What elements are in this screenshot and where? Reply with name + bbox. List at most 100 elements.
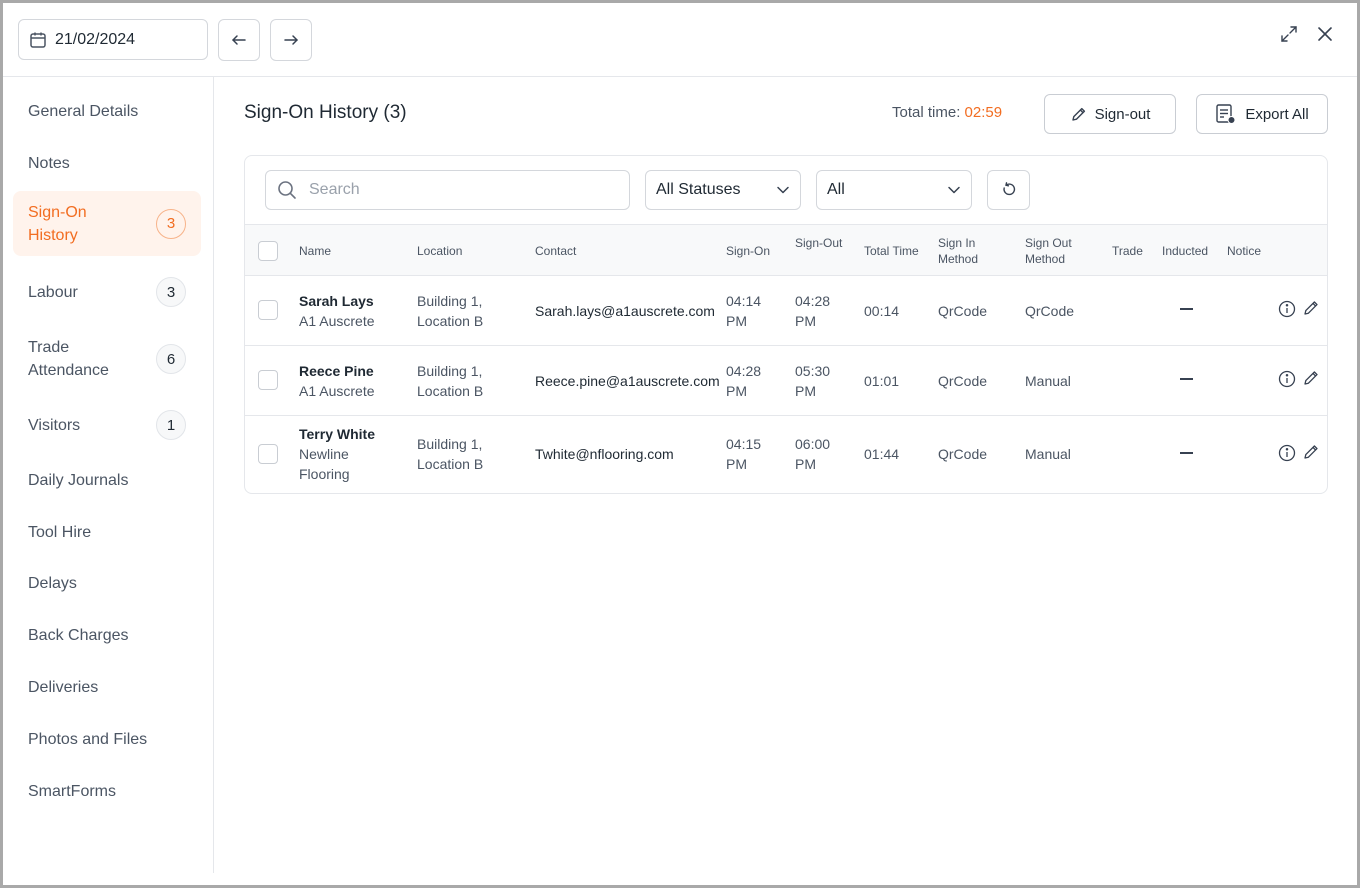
search-icon <box>278 181 296 199</box>
sidebar-item-photos-and-files[interactable]: Photos and Files <box>13 721 201 757</box>
sidebar-item-general-details[interactable]: General Details <box>13 93 201 129</box>
sidebar-item-label: Notes <box>28 154 70 172</box>
sidebar-item-label: Photos and Files <box>28 730 148 748</box>
row-name: Sarah Lays <box>299 293 374 309</box>
info-icon[interactable] <box>1278 370 1296 388</box>
row-sign-on-time: 04:14 <box>726 293 762 309</box>
type-filter-select[interactable]: All <box>816 170 972 210</box>
header-location[interactable]: Location <box>417 243 462 259</box>
export-document-icon <box>1216 104 1236 124</box>
sidebar-item-deliveries[interactable]: Deliveries <box>13 669 201 705</box>
row-sign-out-time: 06:00 <box>795 436 831 452</box>
sidebar-item-label: Tool Hire <box>28 523 92 541</box>
chevron-down-icon <box>948 186 960 194</box>
chevron-down-icon <box>777 186 789 194</box>
total-time: Total time: 02:59 <box>892 104 1002 121</box>
header-inducted[interactable]: Inducted <box>1162 243 1208 259</box>
arrow-right-icon <box>284 35 298 45</box>
table-row[interactable]: Sarah Lays A1 Auscrete Building 1, Locat… <box>245 276 1327 346</box>
row-location: Building 1, Location B <box>417 361 483 401</box>
row-company: A1 Auscrete <box>299 383 375 399</box>
page-title: Sign-On History (3) <box>244 102 407 123</box>
sidebar-item-label: Labour <box>28 283 78 301</box>
sign-on-history-window: 21/02/2024 General Details Notes Sign-On… <box>0 0 1360 888</box>
header-sign-out-method[interactable]: Sign Out Method <box>1025 235 1072 267</box>
row-location-line-1: Building 1, <box>417 293 483 309</box>
row-checkbox[interactable] <box>258 300 278 320</box>
export-all-button[interactable]: Export All <box>1196 94 1328 134</box>
type-filter-value: All <box>827 181 845 198</box>
main-content: Sign-On History (3) Total time: 02:59 Si… <box>214 77 1357 873</box>
sidebar-item-label: Trade Attendance <box>28 339 109 379</box>
sidebar-item-label: Deliveries <box>28 678 99 696</box>
table-row[interactable]: Terry White Newline Flooring Building 1,… <box>245 416 1327 493</box>
inducted-dash-icon <box>1180 452 1193 454</box>
row-sign-on-period: PM <box>726 383 747 399</box>
row-total-time: 01:44 <box>864 446 900 462</box>
row-sign-on-time: 04:28 <box>726 363 762 379</box>
row-sign-out-time: 04:28 <box>795 293 831 309</box>
sidebar-item-label: Sign-On History <box>28 203 87 244</box>
close-button[interactable] <box>1314 23 1336 45</box>
header-total-time[interactable]: Total Time <box>864 243 919 259</box>
sidebar-item-smartforms[interactable]: SmartForms <box>13 773 201 809</box>
prev-day-button[interactable] <box>218 19 260 61</box>
search-placeholder: Search <box>309 181 360 198</box>
row-contact: Sarah.lays@a1auscrete.com <box>535 303 715 319</box>
top-bar: 21/02/2024 <box>3 3 1357 77</box>
sidebar-item-trade-attendance[interactable]: Trade Attendance 6 <box>13 333 201 385</box>
row-checkbox[interactable] <box>258 370 278 390</box>
header-trade[interactable]: Trade <box>1112 243 1143 259</box>
header-sign-out[interactable]: Sign-Out <box>795 235 842 251</box>
row-sign-in-method: QrCode <box>938 446 988 462</box>
next-day-button[interactable] <box>270 19 312 61</box>
sign-on-table-card: Search All Statuses All Name Location Co… <box>244 155 1328 494</box>
sidebar-item-back-charges[interactable]: Back Charges <box>13 617 201 653</box>
info-icon[interactable] <box>1278 444 1296 462</box>
row-checkbox[interactable] <box>258 444 278 464</box>
row-sign-out-period: PM <box>795 456 816 472</box>
date-picker[interactable]: 21/02/2024 <box>18 19 208 60</box>
edit-pencil-icon[interactable] <box>1302 369 1320 387</box>
sidebar-item-delays[interactable]: Delays <box>13 565 201 601</box>
header-sign-in-method[interactable]: Sign In Method <box>938 235 978 267</box>
header-sign-in-method-line-1: Sign In <box>938 236 976 250</box>
row-location: Building 1, Location B <box>417 434 483 474</box>
row-name-cell: Sarah Lays A1 Auscrete <box>299 291 375 331</box>
select-all-checkbox[interactable] <box>258 241 278 261</box>
pencil-icon <box>1071 107 1085 121</box>
search-input[interactable]: Search <box>265 170 630 210</box>
sidebar-item-notes[interactable]: Notes <box>13 145 201 181</box>
row-company-line-2: Flooring <box>299 466 350 482</box>
status-filter-select[interactable]: All Statuses <box>645 170 801 210</box>
expand-icon <box>1281 26 1297 42</box>
expand-button[interactable] <box>1278 23 1300 45</box>
sidebar-item-badge: 3 <box>156 277 186 307</box>
sidebar-item-sign-on-history[interactable]: Sign-On History 3 <box>13 191 201 256</box>
refresh-button[interactable] <box>987 170 1030 210</box>
info-icon[interactable] <box>1278 300 1296 318</box>
inducted-dash-icon <box>1180 308 1193 310</box>
sidebar-item-visitors[interactable]: Visitors 1 <box>13 407 201 443</box>
row-sign-on: 04:15 PM <box>726 434 761 474</box>
header-sign-on[interactable]: Sign-On <box>726 243 770 259</box>
table-header: Name Location Contact Sign-On Sign-Out T… <box>245 224 1327 276</box>
row-name-cell: Terry White Newline Flooring <box>299 424 375 484</box>
header-contact[interactable]: Contact <box>535 243 576 259</box>
table-row[interactable]: Reece Pine A1 Auscrete Building 1, Locat… <box>245 346 1327 416</box>
sign-out-button[interactable]: Sign-out <box>1044 94 1176 134</box>
total-time-value: 02:59 <box>964 104 1003 121</box>
row-sign-out-period: PM <box>795 383 816 399</box>
sidebar-item-labour[interactable]: Labour 3 <box>13 274 201 310</box>
header-name[interactable]: Name <box>299 243 331 259</box>
edit-pencil-icon[interactable] <box>1302 443 1320 461</box>
sidebar-item-daily-journals[interactable]: Daily Journals <box>13 462 201 498</box>
header-notice[interactable]: Notice <box>1227 243 1261 259</box>
row-name-cell: Reece Pine A1 Auscrete <box>299 361 375 401</box>
sidebar-item-tool-hire[interactable]: Tool Hire <box>13 514 201 550</box>
row-contact: Twhite@nflooring.com <box>535 446 674 462</box>
row-location-line-1: Building 1, <box>417 436 483 452</box>
edit-pencil-icon[interactable] <box>1302 299 1320 317</box>
header-sign-out-method-line-1: Sign Out <box>1025 236 1072 250</box>
row-sign-out-time: 05:30 <box>795 363 831 379</box>
